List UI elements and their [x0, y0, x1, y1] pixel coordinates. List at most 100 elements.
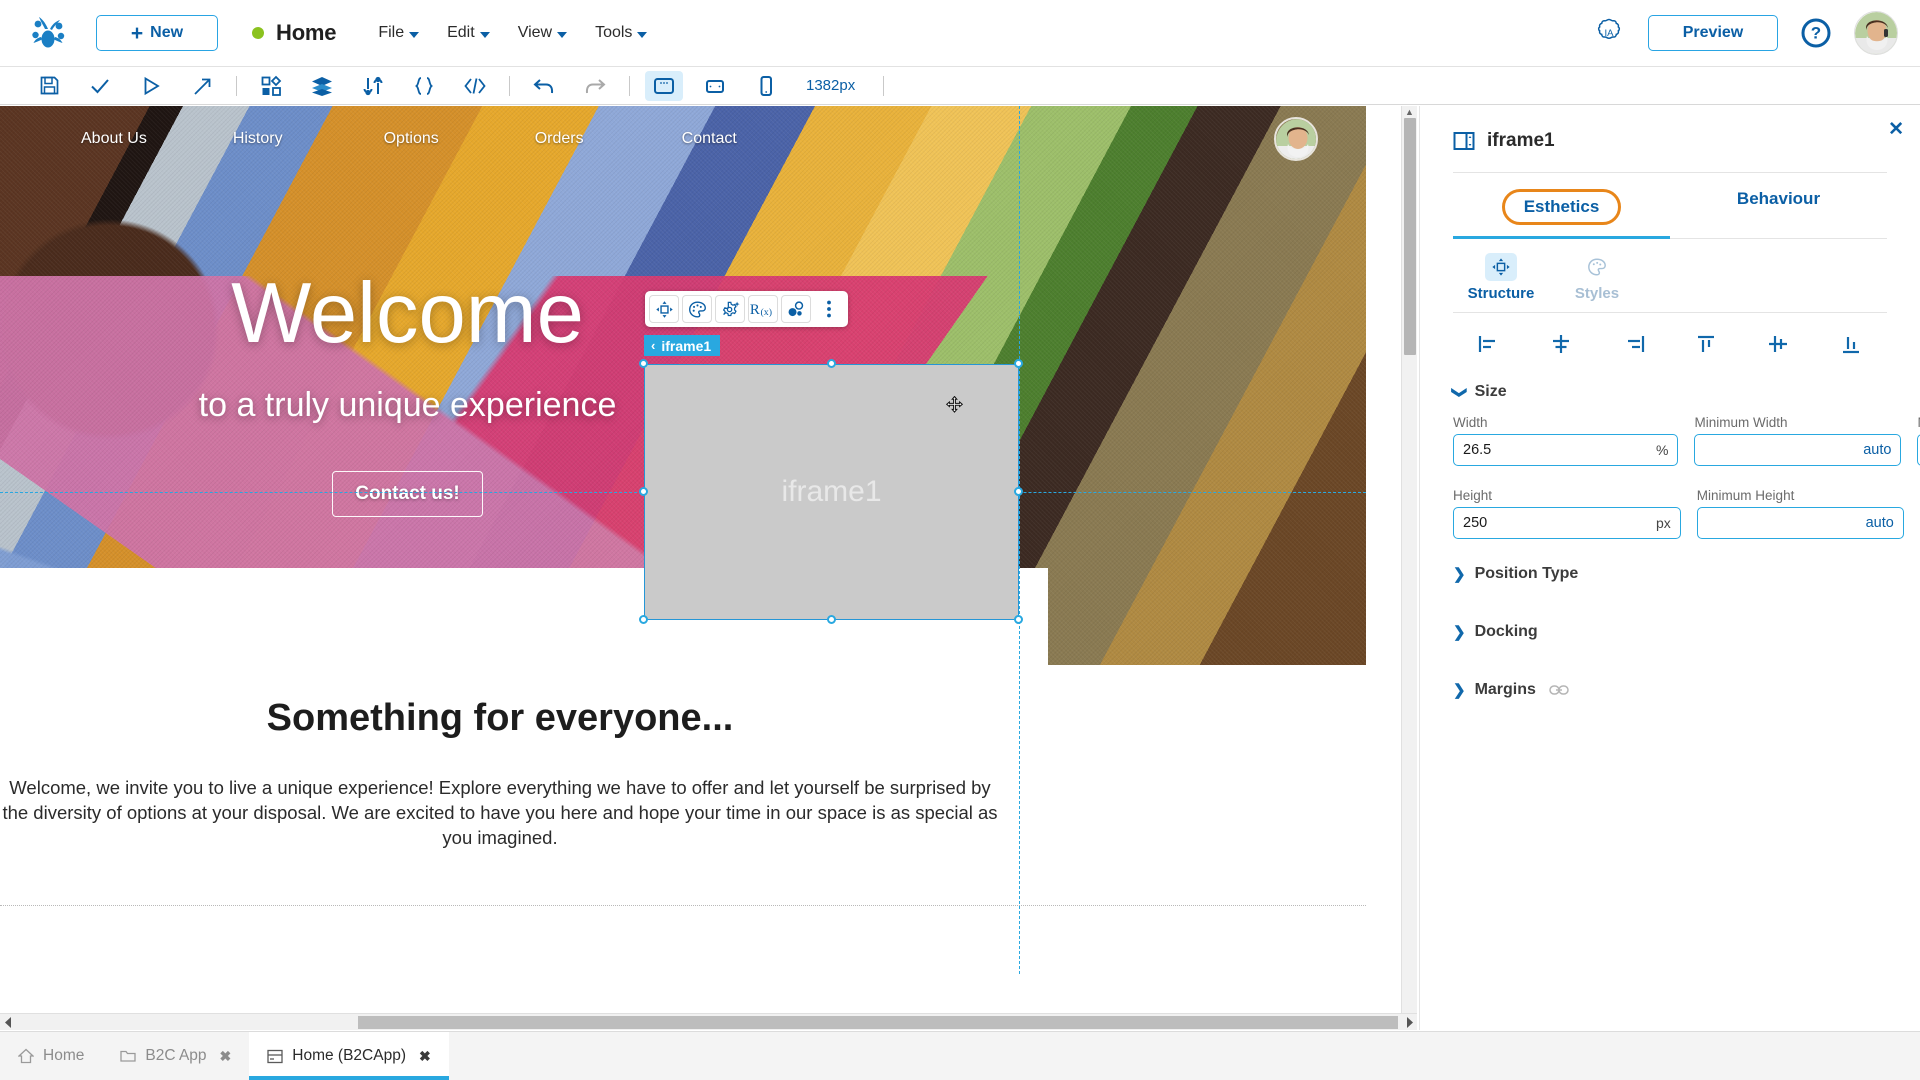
website-avatar[interactable]: [1274, 117, 1318, 161]
menu-view[interactable]: View: [517, 24, 568, 42]
settings-tool-button[interactable]: [715, 295, 745, 323]
align-bottom-button[interactable]: [1815, 327, 1887, 361]
bottom-tab-home[interactable]: Home: [0, 1032, 102, 1080]
data-flow-button[interactable]: [354, 71, 392, 101]
vertical-scroll-thumb[interactable]: [1404, 118, 1416, 355]
alignment-toolbar: [1453, 313, 1887, 371]
scroll-right-arrow[interactable]: [1402, 1016, 1416, 1029]
events-tool-button[interactable]: [781, 295, 811, 323]
resize-handle-top-left[interactable]: [639, 359, 648, 368]
bottom-tab-home-b2capp[interactable]: Home (B2CApp) ✖: [249, 1032, 450, 1080]
tab-esthetics-label: Esthetics: [1501, 189, 1622, 225]
braces-button[interactable]: [405, 71, 443, 101]
menu-edit[interactable]: Edit: [447, 24, 490, 42]
align-right-button[interactable]: [1598, 327, 1670, 361]
min-width-input[interactable]: [1704, 442, 1892, 458]
page-preview[interactable]: About Us History Options Orders Contact: [0, 106, 1366, 974]
save-button[interactable]: [30, 71, 68, 101]
contact-us-button[interactable]: Contact us!: [332, 470, 483, 517]
r-function-tool-button[interactable]: R (x): [748, 295, 778, 323]
canvas-vertical-scrollbar[interactable]: ▲ ▼: [1401, 106, 1417, 1030]
deploy-button[interactable]: [183, 71, 221, 101]
user-avatar[interactable]: [1854, 11, 1898, 55]
menu-tools[interactable]: Tools: [595, 24, 648, 42]
min-height-input[interactable]: [1706, 515, 1894, 531]
width-unit[interactable]: %: [1656, 442, 1668, 458]
toolbar-divider: [509, 75, 510, 96]
resize-handle-top-center[interactable]: [826, 359, 836, 368]
horizontal-scroll-thumb[interactable]: [358, 1016, 1398, 1029]
resize-handle-bottom-center[interactable]: [826, 615, 836, 624]
close-icon[interactable]: ✖: [220, 1048, 232, 1065]
nav-link-options[interactable]: Options: [384, 130, 439, 148]
help-button[interactable]: ?: [1800, 17, 1832, 49]
nav-link-history[interactable]: History: [233, 130, 283, 148]
redo-button[interactable]: [576, 71, 614, 101]
styles-tool-button[interactable]: [682, 295, 712, 323]
menu-view-label: View: [517, 24, 553, 41]
desktop-view-button[interactable]: [645, 70, 683, 101]
canvas-viewport[interactable]: About Us History Options Orders Contact: [0, 106, 1417, 1030]
bottom-tab-b2c-app[interactable]: B2C App ✖: [102, 1032, 249, 1080]
section-body[interactable]: Welcome, we invite you to live a unique …: [0, 776, 1000, 851]
scroll-up-arrow[interactable]: ▲: [1405, 107, 1414, 117]
panel-header: iframe1: [1420, 106, 1920, 152]
canvas-width-value[interactable]: 1382px: [806, 77, 855, 94]
preview-button[interactable]: Preview: [1648, 15, 1778, 51]
components-button[interactable]: [252, 71, 290, 101]
close-panel-button[interactable]: ✕: [1888, 120, 1904, 139]
more-options-button[interactable]: [814, 295, 844, 323]
layers-button[interactable]: [303, 71, 341, 101]
run-button[interactable]: [132, 71, 170, 101]
align-top-button[interactable]: [1670, 327, 1742, 361]
resize-handle-bottom-left[interactable]: [639, 615, 648, 624]
selection-breadcrumb-tag[interactable]: ‹ iframe1: [644, 335, 721, 356]
field-height-box[interactable]: px: [1453, 507, 1681, 539]
new-button[interactable]: + New: [96, 15, 218, 51]
section-title[interactable]: Something for everyone...: [0, 665, 1000, 740]
nav-link-orders[interactable]: Orders: [535, 130, 584, 148]
subtab-styles[interactable]: Styles: [1549, 247, 1645, 310]
code-button[interactable]: [456, 71, 494, 101]
field-width-box[interactable]: %: [1453, 434, 1679, 466]
section-margins-header[interactable]: ❯ Margins: [1453, 681, 1887, 699]
align-middle-vertical-button[interactable]: [1742, 327, 1814, 361]
align-center-horizontal-button[interactable]: [1525, 327, 1597, 361]
app-logo[interactable]: [0, 13, 96, 53]
canvas-horizontal-scrollbar[interactable]: [0, 1013, 1417, 1030]
menu-file[interactable]: File: [378, 24, 420, 42]
features-section[interactable]: Something for everyone... Welcome, we in…: [0, 665, 1366, 974]
validate-button[interactable]: [81, 71, 119, 101]
section-docking-header[interactable]: ❯ Docking: [1453, 623, 1887, 641]
undo-button[interactable]: [525, 71, 563, 101]
resize-handle-top-right[interactable]: [1014, 359, 1023, 368]
align-left-button[interactable]: [1453, 327, 1525, 361]
nav-link-contact[interactable]: Contact: [682, 130, 737, 148]
hero-title[interactable]: Welcome: [231, 271, 584, 356]
subtab-structure[interactable]: Structure: [1453, 247, 1549, 310]
close-icon[interactable]: ✖: [419, 1048, 431, 1065]
nav-link-about-us[interactable]: About Us: [81, 130, 147, 148]
desktop-view-icon: [654, 77, 674, 94]
page-icon: [267, 1049, 283, 1063]
resize-handle-middle-right[interactable]: [1014, 487, 1023, 496]
tab-behaviour[interactable]: Behaviour: [1670, 173, 1887, 239]
width-input[interactable]: [1463, 442, 1650, 458]
structure-tool-button[interactable]: [649, 295, 679, 323]
field-min-height-box[interactable]: [1696, 507, 1904, 539]
field-min-width-box[interactable]: [1694, 434, 1902, 466]
chevron-right-icon: ❯: [1453, 623, 1466, 641]
link-icon[interactable]: [1549, 684, 1569, 696]
resize-handle-bottom-right[interactable]: [1014, 615, 1023, 624]
ia-assistant-button[interactable]: IA: [1592, 16, 1626, 50]
height-unit[interactable]: px: [1656, 515, 1671, 531]
resize-handle-middle-left[interactable]: [639, 487, 648, 496]
height-input[interactable]: [1463, 515, 1650, 531]
tablet-view-button[interactable]: [696, 71, 734, 101]
section-size-header[interactable]: ❯ Size: [1451, 383, 1887, 401]
section-position-type-header[interactable]: ❯ Position Type: [1453, 565, 1887, 583]
scroll-left-arrow[interactable]: [2, 1016, 14, 1029]
mobile-view-button[interactable]: [747, 71, 785, 101]
hero-subtitle[interactable]: to a truly unique experience: [199, 386, 617, 425]
tab-esthetics[interactable]: Esthetics: [1453, 173, 1670, 239]
